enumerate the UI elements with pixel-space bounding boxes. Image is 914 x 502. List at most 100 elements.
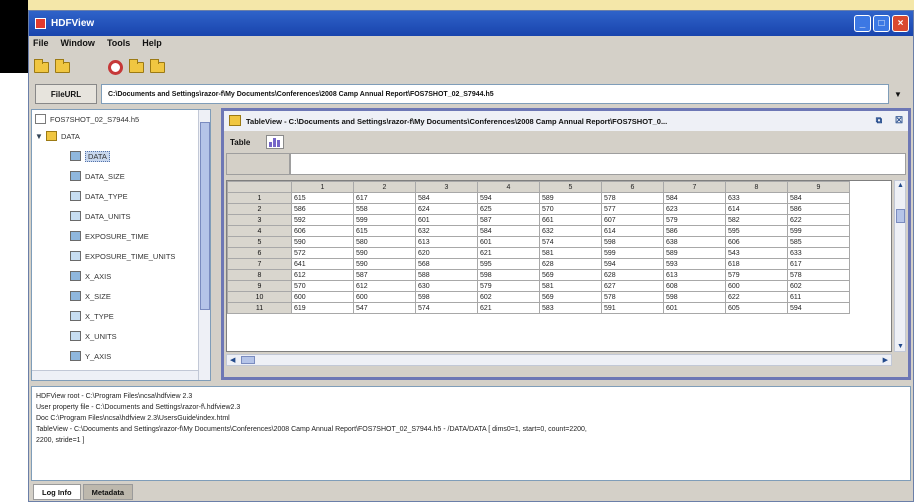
table-cell[interactable]: 584 [787,192,850,204]
table-cell[interactable]: 595 [477,258,540,270]
table-cell[interactable]: 661 [539,214,602,226]
row-header[interactable]: 1 [227,192,292,204]
table-cell[interactable]: 543 [725,247,788,259]
table-cell[interactable]: 590 [291,236,354,248]
table-cell[interactable]: 632 [539,225,602,237]
tree-item-data-type[interactable]: DATA_TYPE [70,189,128,203]
table-cell[interactable]: 623 [663,203,726,215]
menu-table[interactable]: Table [230,138,250,147]
table-cell[interactable]: 633 [725,192,788,204]
tree-item-x-axis[interactable]: X_AXIS [70,269,111,283]
minimize-icon[interactable]: _ [854,15,871,32]
table-cell[interactable]: 606 [725,236,788,248]
tab-log-info[interactable]: Log Info [33,484,81,500]
tree-item-x-units[interactable]: X_UNITS [70,329,117,343]
tree-item-x-type[interactable]: X_TYPE [70,309,114,323]
table-cell[interactable]: 600 [725,280,788,292]
maximize-icon[interactable]: □ [873,15,890,32]
file-url-button[interactable]: FileURL [35,84,97,104]
row-header[interactable]: 11 [227,302,292,314]
restore-icon[interactable]: ⧉ [872,113,886,127]
table-cell[interactable]: 620 [415,247,478,259]
table-cell[interactable]: 595 [725,225,788,237]
table-cell[interactable]: 602 [477,291,540,303]
table-cell[interactable]: 608 [663,280,726,292]
table-cell[interactable]: 621 [477,247,540,259]
table-cell[interactable]: 570 [539,203,602,215]
table-cell[interactable]: 590 [353,258,416,270]
table-cell[interactable]: 621 [477,302,540,314]
table-cell[interactable]: 581 [539,247,602,259]
table-cell[interactable]: 594 [787,302,850,314]
table-cell[interactable]: 617 [787,258,850,270]
row-header[interactable]: 6 [227,247,292,259]
menu-file[interactable]: File [33,38,49,52]
table-cell[interactable]: 588 [415,269,478,281]
table-cell[interactable]: 594 [477,192,540,204]
table-cell[interactable]: 594 [601,258,664,270]
table-cell[interactable]: 587 [353,269,416,281]
folder-icon[interactable] [149,58,166,76]
scrollbar-thumb[interactable] [896,209,905,223]
table-cell[interactable]: 598 [415,291,478,303]
table-cell[interactable]: 580 [353,236,416,248]
table-cell[interactable]: 599 [353,214,416,226]
file-url-input[interactable]: C:\Documents and Settings\razor-f\My Doc… [101,84,889,104]
column-header[interactable]: 8 [725,181,788,193]
table-cell[interactable]: 624 [415,203,478,215]
table-cell[interactable]: 589 [663,247,726,259]
table-cell[interactable]: 632 [415,225,478,237]
table-cell[interactable]: 630 [415,280,478,292]
table-cell[interactable]: 558 [353,203,416,215]
row-header[interactable]: 7 [227,258,292,270]
table-cell[interactable]: 577 [601,203,664,215]
close-icon[interactable]: ☒ [892,113,906,127]
table-cell[interactable]: 607 [601,214,664,226]
table-cell[interactable]: 599 [787,225,850,237]
column-header[interactable]: 6 [601,181,664,193]
row-header[interactable]: 9 [227,280,292,292]
row-header[interactable]: 8 [227,269,292,281]
table-cell[interactable]: 638 [663,236,726,248]
grid-vertical-scrollbar[interactable]: ▲ ▼ [894,180,906,352]
table-cell[interactable]: 612 [291,269,354,281]
tree-item-exposure-time[interactable]: EXPOSURE_TIME [70,229,149,243]
table-cell[interactable]: 574 [539,236,602,248]
table-cell[interactable]: 622 [725,291,788,303]
scrollbar-thumb[interactable] [200,122,210,310]
expand-icon[interactable]: ▼ [35,132,43,141]
tree-horizontal-scrollbar[interactable] [32,370,198,380]
table-cell[interactable]: 569 [539,269,602,281]
table-cell[interactable]: 586 [787,203,850,215]
table-cell[interactable]: 578 [601,291,664,303]
scroll-left-icon[interactable]: ◀ [230,356,235,364]
open-folder-icon[interactable] [54,58,71,76]
column-header[interactable]: 7 [663,181,726,193]
table-cell[interactable]: 598 [601,236,664,248]
table-cell[interactable]: 614 [601,225,664,237]
table-cell[interactable]: 613 [663,269,726,281]
pane-splitter[interactable] [212,109,220,381]
table-cell[interactable]: 579 [663,214,726,226]
table-cell[interactable]: 547 [353,302,416,314]
table-cell[interactable]: 611 [787,291,850,303]
table-cell[interactable]: 574 [415,302,478,314]
table-cell[interactable]: 568 [415,258,478,270]
tab-metadata[interactable]: Metadata [82,484,134,500]
table-cell[interactable]: 602 [787,280,850,292]
table-cell[interactable]: 570 [291,280,354,292]
scrollbar-thumb[interactable] [241,356,255,364]
tree-item-data-units[interactable]: DATA_UNITS [70,209,131,223]
close-file-icon[interactable] [107,59,124,76]
tree-item-y-axis[interactable]: Y_AXIS [70,349,111,363]
table-cell[interactable]: 614 [725,203,788,215]
row-header[interactable]: 3 [227,214,292,226]
folder-icon[interactable] [128,58,145,76]
table-cell[interactable]: 601 [415,214,478,226]
table-cell[interactable]: 585 [787,236,850,248]
table-cell[interactable]: 617 [353,192,416,204]
chart-icon[interactable] [266,135,285,149]
table-cell[interactable]: 582 [725,214,788,226]
row-header[interactable]: 10 [227,291,292,303]
table-cell[interactable]: 593 [663,258,726,270]
